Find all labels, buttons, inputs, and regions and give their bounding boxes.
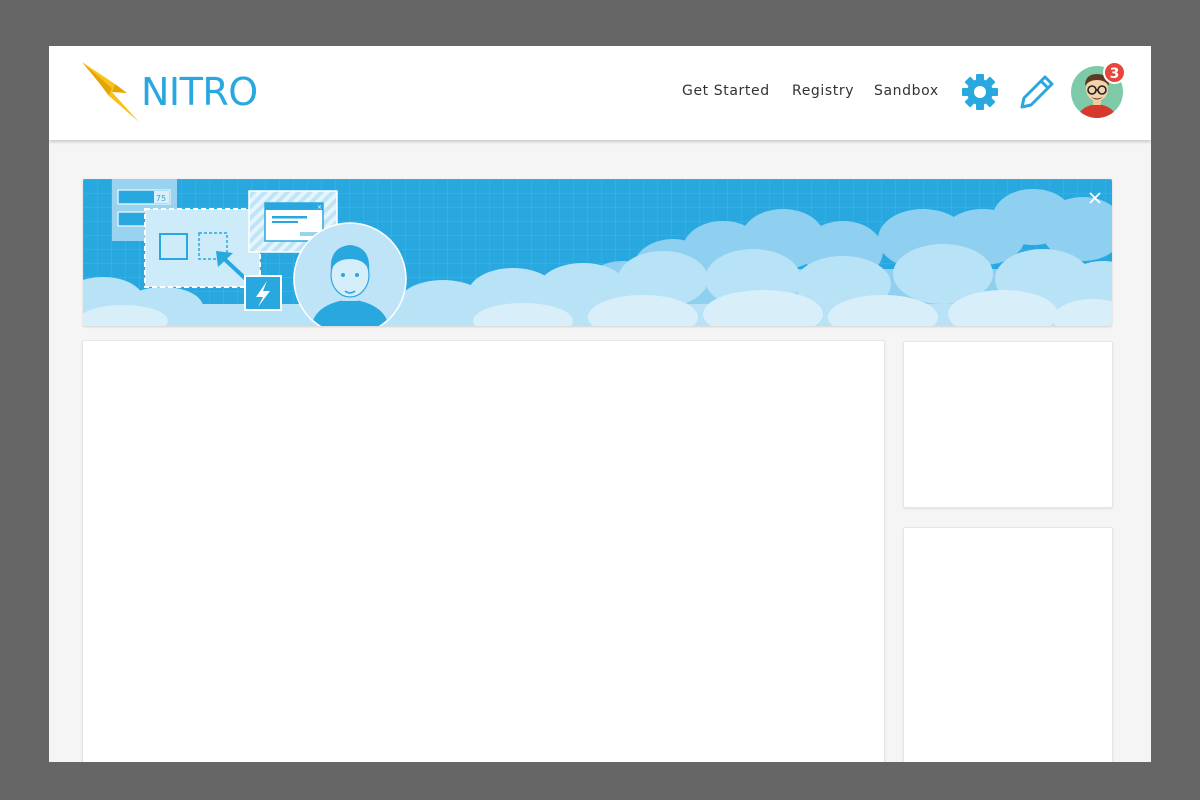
user-avatar-button[interactable]: 3 — [1069, 61, 1126, 120]
svg-text:×: × — [317, 204, 322, 211]
settings-button[interactable] — [960, 72, 1000, 112]
sidebar-card-bottom — [903, 527, 1113, 762]
banner-illustration: 75 × — [83, 179, 1112, 326]
banner-badge-value: 75 — [156, 194, 166, 203]
edit-button[interactable] — [1017, 72, 1057, 112]
notification-badge: 3 — [1103, 61, 1126, 84]
brand-name: NITRO — [141, 70, 258, 114]
close-icon — [1089, 192, 1101, 204]
banner-close-button[interactable] — [1086, 189, 1104, 207]
nav-sandbox[interactable]: Sandbox — [874, 83, 939, 99]
welcome-banner: 75 × — [83, 179, 1112, 326]
pencil-icon — [1020, 75, 1054, 109]
app-window: NITRO Get Started Registry Sandbox 3 75 … — [49, 46, 1151, 762]
main-content-card — [82, 340, 885, 762]
gear-icon — [962, 74, 998, 110]
top-navbar: NITRO Get Started Registry Sandbox 3 — [49, 46, 1151, 140]
nav-registry[interactable]: Registry — [792, 83, 854, 99]
sidebar-card-top — [903, 341, 1113, 508]
nav-get-started[interactable]: Get Started — [682, 83, 770, 99]
